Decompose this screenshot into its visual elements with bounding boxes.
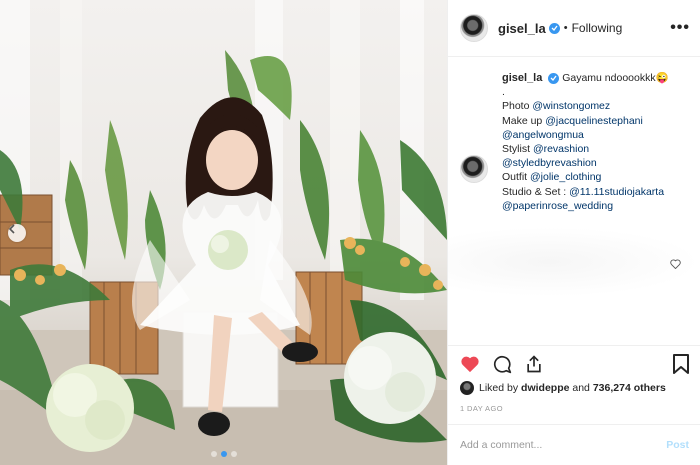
bookmark-icon[interactable] [673, 353, 689, 374]
caption-text: gisel_la Gayamu ndooookkk😜 . Photo @wins… [502, 71, 669, 239]
verified-icon [548, 72, 560, 84]
caption-username[interactable]: gisel_la [502, 72, 542, 84]
likes-summary: Liked by dwideppe and 736,274 others [460, 381, 666, 395]
post-timestamp: 1 DAY AGO [460, 404, 503, 413]
carousel-dot [230, 451, 237, 457]
makeup-credit-link-2[interactable]: @angelwongmua [502, 129, 584, 141]
header-username[interactable]: gisel_la [498, 21, 546, 36]
header-separator: • [563, 22, 568, 34]
post-header: gisel_la • Following ••• [448, 0, 700, 57]
stylist-credit-link[interactable]: @revashion [533, 143, 589, 155]
photo-illustration [0, 0, 447, 465]
post-comment-button[interactable]: Post [666, 439, 689, 451]
post-side-panel: gisel_la • Following ••• gisel_la Gayamu… [447, 0, 700, 465]
chevron-left-icon [8, 224, 15, 234]
studio-credit-link-2[interactable]: @paperinrose_wedding [502, 200, 613, 212]
caption-message: Gayamu ndooookkk😜 [562, 72, 669, 84]
caption-dot: . [502, 86, 505, 99]
makeup-label: Make up [502, 114, 543, 127]
likes-count[interactable]: 736,274 others [593, 382, 666, 394]
studio-label: Studio & Set : [502, 185, 567, 198]
likes-conjunction: and [572, 382, 590, 394]
heart-outline-icon[interactable] [670, 256, 681, 274]
liker-avatar[interactable] [460, 381, 474, 395]
comment-icon[interactable] [492, 354, 512, 374]
comment-input[interactable]: Add a comment... [460, 439, 666, 451]
verified-icon [548, 22, 560, 34]
outfit-credit-link[interactable]: @jolie_clothing [530, 171, 601, 183]
outfit-label: Outfit [502, 171, 528, 184]
caption-avatar[interactable] [460, 155, 488, 183]
action-bar [448, 345, 700, 381]
photo-credit-link[interactable]: @winstongomez [532, 100, 610, 112]
photo-label: Photo [502, 100, 530, 113]
caption-block: gisel_la Gayamu ndooookkk😜 . Photo @wins… [448, 57, 700, 344]
liker-username[interactable]: dwideppe [521, 382, 569, 394]
likes-prefix: Liked by [479, 382, 519, 394]
stylist-label: Stylist [502, 143, 531, 156]
stylist-credit-link-2[interactable]: @styledbyrevashion [502, 157, 597, 169]
share-icon[interactable] [524, 354, 544, 374]
carousel-prev-button[interactable] [8, 224, 26, 242]
makeup-credit-link[interactable]: @jacquelinestephani [545, 115, 643, 127]
more-icon[interactable]: ••• [670, 19, 690, 37]
carousel-dot [210, 451, 217, 457]
carousel-indicator [210, 451, 237, 457]
following-button[interactable]: Following [572, 21, 623, 35]
comment-box: Add a comment... Post [448, 424, 700, 465]
heart-icon[interactable] [460, 355, 480, 373]
studio-credit-link[interactable]: @11.11studiojakarta [569, 186, 664, 198]
hidden-comment-area [448, 227, 700, 297]
avatar[interactable] [460, 14, 488, 42]
carousel-dot-active [220, 451, 227, 457]
post-photo[interactable] [0, 0, 447, 465]
